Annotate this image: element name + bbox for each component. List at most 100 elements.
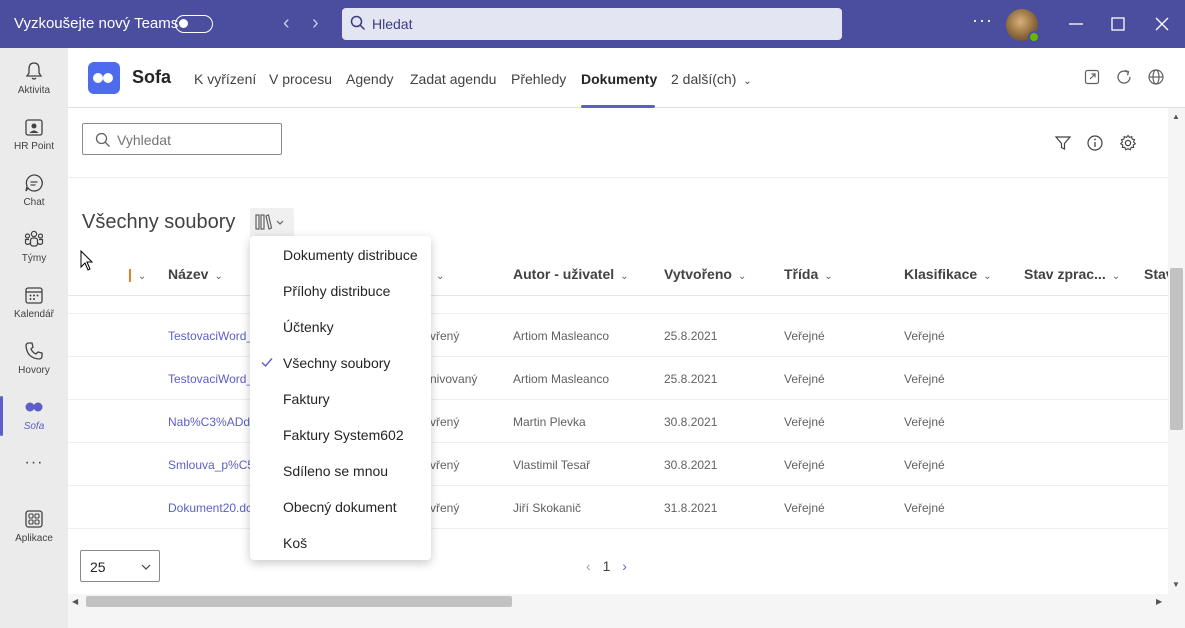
column-header-hidden[interactable]: | ⌄ [128,266,146,282]
rail-item-label: HR Point [13,141,54,152]
horizontal-scrollbar[interactable]: ◀ ▶ [68,594,1168,609]
table-row[interactable]: Dokument20.dc vřený Jiří Skokanič 31.8.2… [68,486,1168,529]
view-switcher-button[interactable] [250,208,294,238]
document-created: 25.8.2021 [664,329,718,343]
filter-icon[interactable] [1054,134,1072,152]
checkmark-icon [261,358,273,368]
document-class: Veřejné [784,415,825,429]
table-row[interactable]: Smlouva_p%C5 vřený Vlastimil Tesař 30.8.… [68,443,1168,486]
tab-zadat-agendu[interactable]: Zadat agendu [410,71,496,87]
document-name-link[interactable]: Smlouva_p%C5 [168,458,254,472]
column-header-trida[interactable]: Třída ⌄ [784,266,833,282]
rail-item-label: Kalendář [13,309,55,320]
tab-dokumenty[interactable]: Dokumenty [581,71,657,87]
horizontal-scroll-thumb[interactable] [86,596,512,607]
rail-item-calls[interactable]: Hovory [0,332,68,388]
document-class: Veřejné [784,372,825,386]
tab-agendy[interactable]: Agendy [346,71,393,87]
document-author: Artiom Masleanco [513,329,610,343]
document-author: Jiří Skokanič [513,501,582,515]
column-header-stav-zpracovani[interactable]: Stav zprac... ⌄ [1024,266,1120,282]
refresh-icon[interactable] [1115,68,1133,86]
column-header-autor[interactable]: Autor - uživatel ⌄ [513,266,629,282]
table-row[interactable]: TestovaciWord_ nivovaný Artiom Masleanco… [68,357,1168,400]
document-author: Vlastimil Tesař [513,458,591,472]
more-apps-icon[interactable]: ··· [0,454,68,472]
maximize-icon[interactable] [1108,14,1128,34]
column-header-vytvoreno[interactable]: Vytvořeno ⌄ [664,266,746,282]
forward-arrow-icon[interactable]: › [312,12,319,35]
global-search-input[interactable]: Hledat [342,8,842,40]
menu-item-faktury[interactable]: Faktury [250,380,431,416]
document-name-link[interactable]: Nab%C3%ADdk [168,415,256,429]
menu-item-faktury-system602[interactable]: Faktury System602 [250,416,431,452]
column-header-status-chevron[interactable]: ⌄ [430,266,444,282]
document-classification: Veřejné [904,329,945,343]
rail-item-hr-point[interactable]: HR Point [0,108,68,164]
prev-page-icon[interactable]: ‹ [586,558,591,574]
rail-item-sofa[interactable]: Sofa [0,388,68,444]
chevron-down-icon: ⌄ [824,271,833,282]
avatar[interactable] [1006,9,1040,43]
menu-item-kos[interactable]: Koš [250,524,431,560]
next-page-icon[interactable]: › [622,558,627,574]
vertical-scroll-thumb[interactable] [1170,268,1183,430]
rail-item-activity[interactable]: Aktivita [0,52,68,108]
menu-item-dokumenty-distribuce[interactable]: Dokumenty distribuce [250,236,431,272]
back-arrow-icon[interactable]: ‹ [283,12,290,35]
new-teams-toggle[interactable] [175,15,213,33]
column-header-nazev[interactable]: Název ⌄ [168,266,223,282]
rail-item-teams[interactable]: Týmy [0,220,68,276]
menu-item-vsechny-soubory[interactable]: Všechny soubory [250,344,431,380]
tab-v-procesu[interactable]: V procesu [269,71,332,87]
gear-icon[interactable] [1119,134,1137,152]
menu-item-sdileno-se-mnou[interactable]: Sdíleno se mnou [250,452,431,488]
info-icon[interactable] [1086,134,1104,152]
more-options-icon[interactable]: ··· [972,10,993,31]
tab-prehledy[interactable]: Přehledy [511,71,566,87]
close-icon[interactable] [1152,14,1172,34]
minimize-icon[interactable] [1066,14,1086,34]
table-row[interactable]: TestovaciWord_ vřený Artiom Masleanco 25… [68,314,1168,357]
document-classification: Veřejné [904,415,945,429]
teams-icon [24,230,44,247]
documents-search[interactable] [82,123,282,155]
document-name-link[interactable]: Dokument20.dc [168,501,252,515]
document-name-link[interactable]: TestovaciWord_ [168,372,253,386]
rail-item-calendar[interactable]: Kalendář [0,276,68,332]
try-new-teams-label: Vyzkoušejte nový Teams [14,15,179,32]
globe-icon[interactable] [1147,68,1165,86]
chevron-down-icon: ⌄ [743,76,752,87]
vertical-scrollbar[interactable]: ▲ ▼ [1168,108,1185,594]
document-created: 25.8.2021 [664,372,718,386]
menu-item-prilohy-distribuce[interactable]: Přílohy distribuce [250,272,431,308]
column-header-stav[interactable]: Stav [1144,266,1168,282]
pagination: ‹ 1 › [586,558,627,574]
documents-search-input[interactable] [117,130,267,150]
scroll-down-icon[interactable]: ▼ [1172,580,1180,589]
mouse-cursor-icon [80,250,94,271]
document-classification: Veřejné [904,501,945,515]
rail-item-apps[interactable]: Aplikace [0,500,68,556]
current-page-number[interactable]: 1 [603,558,611,574]
table-header: | ⌄ Název ⌄ ⌄ Autor - uživatel ⌄ Vytvořeno ⌄… [68,248,1168,296]
rail-item-chat[interactable]: Chat [0,164,68,220]
column-header-klasifikace[interactable]: Klasifikace ⌄ [904,266,992,282]
chevron-down-icon: ⌄ [137,271,147,282]
document-status: vřený [430,458,460,472]
scroll-right-icon[interactable]: ▶ [1156,597,1162,606]
menu-item-uctenky[interactable]: Účtenky [250,308,431,344]
library-view-icon [255,214,284,230]
menu-item-obecny-dokument[interactable]: Obecný dokument [250,488,431,524]
tab-k-vyrizeni[interactable]: K vyřízení [194,71,256,87]
popout-icon[interactable] [1083,68,1101,86]
table-row[interactable] [68,297,1168,314]
scroll-up-icon[interactable]: ▲ [1172,112,1180,121]
document-created: 31.8.2021 [664,501,718,515]
table-row[interactable]: Nab%C3%ADdk vřený Martin Plevka 30.8.202… [68,400,1168,443]
document-name-link[interactable]: TestovaciWord_ [168,329,253,343]
scroll-left-icon[interactable]: ◀ [72,597,78,606]
document-author: Artiom Masleanco [513,372,610,386]
page-size-select[interactable]: 25 [80,550,160,582]
tab-more[interactable]: 2 další(ch) ⌄ [671,71,752,87]
